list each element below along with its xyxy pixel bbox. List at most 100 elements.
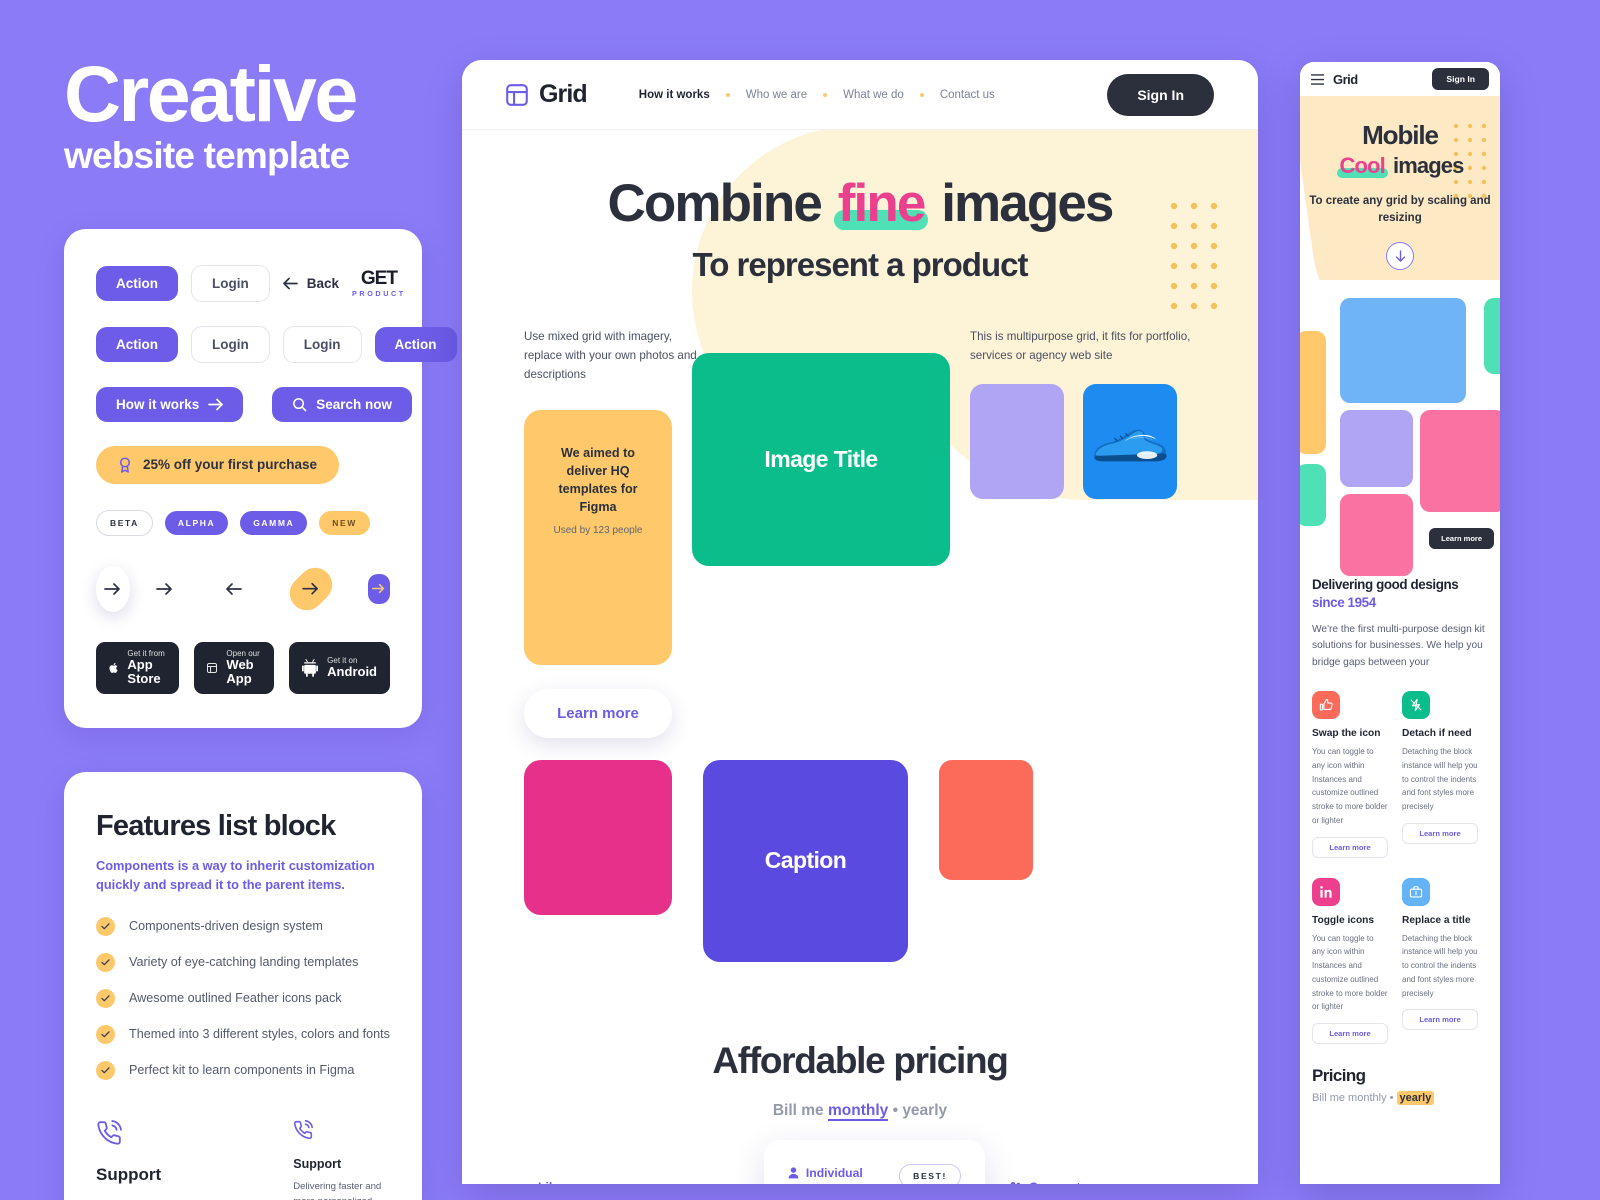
pricing-title: Affordable pricing	[712, 1039, 1009, 1081]
grid-icon	[506, 83, 528, 106]
mobile-learn-more-tooltip[interactable]: Learn more	[1429, 528, 1494, 550]
app-store-text: Get it from App Store	[127, 649, 166, 687]
mobile-billing-toggle: Bill me monthly • yearly	[1312, 1091, 1488, 1106]
billing-monthly-option[interactable]: monthly	[827, 1101, 889, 1121]
tag-gamma[interactable]: GAMMA	[240, 510, 308, 535]
check-icon	[96, 952, 115, 972]
people-icon	[1010, 1181, 1021, 1184]
list-item-label: Themed into 3 different styles, colors a…	[129, 1027, 390, 1042]
support-body-small: Delivering faster and more personalized …	[293, 1180, 382, 1200]
store-badge-row: Get it from App Store Open our Web App G…	[96, 641, 390, 695]
app-store-badge[interactable]: Get it from App Store	[96, 641, 180, 695]
award-icon	[119, 456, 131, 473]
action-button-3[interactable]: Action	[374, 326, 457, 362]
arrow-small-button[interactable]	[367, 573, 391, 604]
mobile-feature-row-1: Swap the icon You can toggle to any icon…	[1312, 691, 1488, 858]
mobile-feature-learn-more-button[interactable]: Learn more	[1402, 822, 1478, 844]
mobile-sign-in-button[interactable]: Sign In	[1432, 68, 1489, 90]
mobile-hero: Mobile Cool images To create any grid by…	[1300, 96, 1500, 281]
mobile-billing-yearly[interactable]: yearly	[1396, 1091, 1435, 1106]
page-subtitle: website template	[64, 134, 350, 176]
mobile-headline-rest: images	[1387, 153, 1464, 178]
hero-subheadline: To represent a product	[692, 246, 1029, 284]
action-button-2[interactable]: Action	[96, 326, 178, 362]
desktop-logo[interactable]: Grid	[506, 80, 588, 109]
page-title: Creative	[64, 49, 358, 138]
arrow-left-plain-button[interactable]	[222, 582, 244, 596]
coral-tile	[939, 759, 1033, 880]
billing-yearly-option[interactable]: yearly	[902, 1102, 947, 1119]
nav-who-we-are[interactable]: Who we are	[746, 89, 807, 101]
arrow-right-icon	[156, 582, 173, 595]
mobile-image-grid: Learn more	[1300, 286, 1500, 577]
billing-prefix: Bill me	[772, 1101, 828, 1119]
app-store-big: App Store	[127, 657, 161, 687]
desktop-hero: Combine fine images To represent a produ…	[462, 120, 1258, 1184]
nav-contact-us[interactable]: Contact us	[940, 89, 995, 101]
login-button-2[interactable]: Login	[191, 325, 270, 363]
button-row-1: Action Login Back GET PRODUCT	[96, 264, 403, 302]
nav-what-we-do[interactable]: What we do	[843, 89, 904, 101]
check-icon	[96, 1024, 115, 1044]
pricing-cards: Like a pussy Free / FOREVER Components-d…	[462, 1139, 1258, 1184]
login-button-3[interactable]: Login	[282, 325, 362, 363]
plan-kicker-label: Individual	[805, 1165, 863, 1180]
phone-call-icon	[97, 1119, 122, 1145]
nav-dot-separator	[725, 92, 730, 97]
web-app-small: Open our	[226, 648, 260, 658]
list-item-label: Perfect kit to learn components in Figma	[129, 1063, 355, 1078]
tag-alpha[interactable]: ALPHA	[164, 510, 229, 535]
pink-tile	[524, 759, 672, 915]
mobile-feature-title: Toggle icons	[1312, 914, 1375, 926]
mobile-feature-row-2: Toggle icons You can toggle to any icon …	[1312, 877, 1488, 1045]
grid-caption-left: Use mixed grid with imagery, replace wit…	[524, 330, 697, 381]
mobile-feature-learn-more-button[interactable]: Learn more	[1312, 836, 1388, 858]
mobile-section-body: We're the first multi-purpose design kit…	[1312, 623, 1485, 668]
search-now-button[interactable]: Search now	[272, 386, 413, 422]
scroll-down-button[interactable]	[1386, 242, 1414, 271]
arrow-circle-button[interactable]	[96, 565, 130, 612]
pricing-card-free: Like a pussy Free / FOREVER Components-d…	[514, 1154, 735, 1184]
hero-text-block: Combine fine images To represent a produ…	[462, 175, 1258, 284]
search-icon	[293, 397, 307, 411]
yellow-tile-subtext: Used by 123 people	[553, 524, 643, 536]
tag-beta[interactable]: BETA	[96, 509, 153, 536]
components-card: Action Login Back GET PRODUCT Action Log…	[64, 228, 457, 729]
support-title-small: Support	[293, 1156, 342, 1171]
mobile-mockup: Grid Sign In Mobile Cool images To creat…	[1300, 62, 1500, 1184]
action-button[interactable]: Action	[96, 265, 178, 301]
web-app-badge[interactable]: Open our Web App	[194, 641, 275, 695]
mobile-feature-learn-more-button[interactable]: Learn more	[1312, 1023, 1388, 1045]
learn-more-button[interactable]: Learn more	[524, 688, 672, 738]
login-button[interactable]: Login	[191, 264, 270, 302]
shoe-image-tile	[1083, 383, 1177, 499]
arrow-squircle-button[interactable]	[282, 560, 340, 617]
mobile-feature-card: Replace a title Detaching the block inst…	[1402, 877, 1478, 1045]
back-button[interactable]: Back	[282, 276, 339, 291]
arrow-right-plain-button[interactable]	[154, 582, 176, 596]
tag-row: BETA ALPHA GAMMA NEW	[96, 509, 390, 536]
arrow-left-icon	[225, 582, 242, 595]
mobile-navbar: Grid Sign In	[1300, 62, 1500, 96]
list-item-label: Awesome outlined Feather icons pack	[129, 991, 342, 1006]
tag-new[interactable]: NEW	[319, 510, 370, 535]
mobile-feature-title: Swap the icon	[1312, 728, 1381, 740]
mobile-section-title-b: since 1954	[1312, 595, 1376, 611]
grid-column-left: Use mixed grid with imagery, replace wit…	[524, 328, 697, 738]
hamburger-menu-icon[interactable]	[1311, 73, 1324, 85]
mobile-feature-learn-more-button[interactable]: Learn more	[1402, 1009, 1478, 1031]
how-it-works-button[interactable]: How it works	[96, 386, 244, 422]
android-small: Get it on	[327, 655, 358, 665]
best-badge: BEST!	[899, 1163, 961, 1184]
grid-column-right: This is multipurpose grid, it fits for p…	[970, 328, 1196, 499]
support-block-large: Support Delivering faster and more perso…	[96, 1119, 257, 1200]
nav-how-it-works[interactable]: How it works	[639, 89, 710, 101]
sale-badge-button[interactable]: 25% off your first purchase	[96, 445, 340, 484]
arrow-button-row	[96, 560, 391, 617]
caption-tile: Caption	[703, 759, 908, 962]
arrow-right-icon	[104, 582, 121, 595]
android-badge[interactable]: Get it on Android	[289, 641, 390, 695]
pricing-section: Affordable pricing Bill me monthly • yea…	[462, 1040, 1258, 1184]
sign-in-button[interactable]: Sign In	[1107, 73, 1214, 116]
button-row-2: Action Login Login Action	[96, 325, 457, 363]
